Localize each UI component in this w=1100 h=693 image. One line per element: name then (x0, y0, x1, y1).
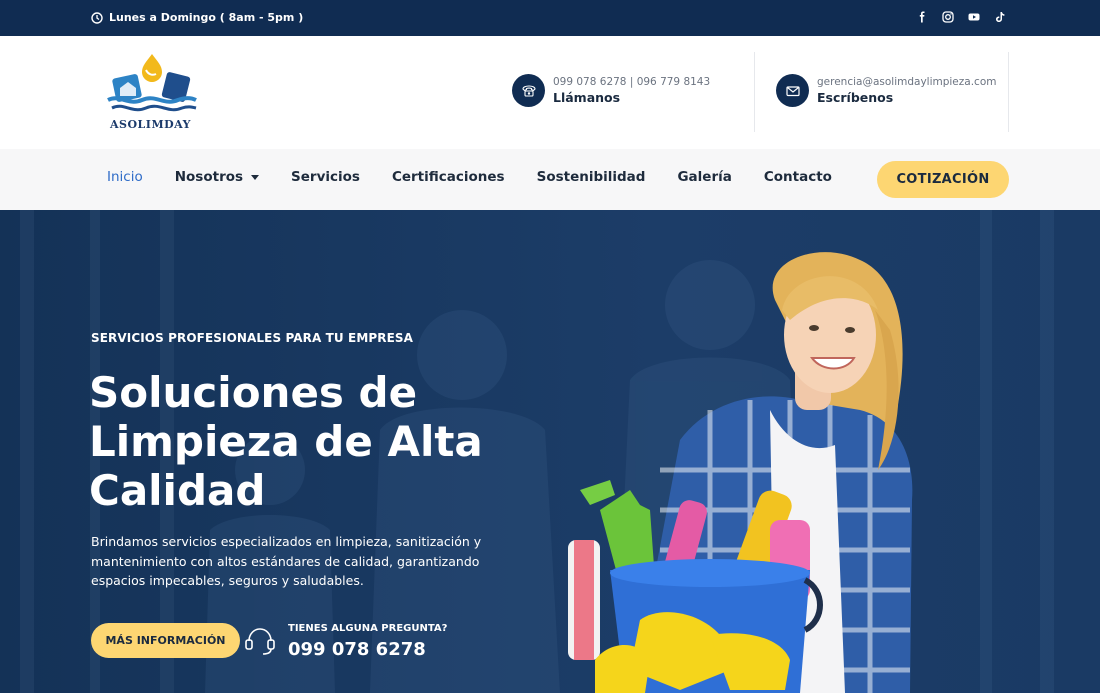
email-address: gerencia@asolimdaylimpieza.com (817, 76, 997, 88)
hero-kicker: SERVICIOS PROFESIONALES PARA TU EMPRESA (91, 331, 414, 345)
phone-label: Llámanos (553, 90, 621, 105)
youtube-icon[interactable] (968, 11, 980, 23)
nav-item-label: Nosotros (174, 169, 244, 185)
nav-item-label: Inicio (107, 169, 143, 185)
cleaning-woman-image (568, 252, 913, 693)
nav-item-galeria[interactable]: Galería (677, 169, 731, 185)
nav-item-inicio[interactable]: Inicio (107, 169, 143, 185)
main-nav: Inicio Nosotros Servicios Certificacione… (0, 149, 1100, 210)
nav-item-servicios[interactable]: Servicios (291, 169, 360, 185)
email-label: Escríbenos (817, 90, 894, 105)
nav-item-certificaciones[interactable]: Certificaciones (392, 169, 505, 185)
headset-icon (245, 628, 275, 655)
site-header: ASOLIMDAY 099 078 6278 | 096 779 8143 Ll… (0, 36, 1100, 149)
header-divider (754, 52, 755, 132)
nav-item-label: Certificaciones (391, 169, 505, 185)
header-divider (1008, 52, 1009, 132)
logo-text: ASOLIMDAY (110, 118, 191, 131)
nav-item-label: Galería (677, 169, 732, 185)
question-phone[interactable]: 099 078 6278 (288, 639, 426, 660)
instagram-icon[interactable] (942, 11, 954, 23)
cotizacion-button[interactable]: COTIZACIÓN (877, 161, 1009, 198)
facebook-icon[interactable] (916, 11, 928, 23)
hero-title: Soluciones de Limpieza de Alta Calidad (89, 368, 483, 515)
mas-informacion-button[interactable]: MÁS INFORMACIÓN (91, 623, 240, 658)
nav-menu: Inicio Nosotros Servicios Certificacione… (107, 169, 864, 185)
business-hours: Lunes a Domingo ( 8am - 5pm ) (91, 11, 303, 24)
nav-item-nosotros[interactable]: Nosotros (174, 169, 260, 185)
caret-down-icon (251, 174, 260, 180)
hero-section: SERVICIOS PROFESIONALES PARA TU EMPRESA … (0, 210, 1100, 693)
envelope-icon (776, 74, 809, 107)
site-logo[interactable]: ASOLIMDAY (106, 52, 198, 134)
phone-numbers: 099 078 6278 | 096 779 8143 (553, 76, 711, 88)
contact-phone[interactable]: 099 078 6278 | 096 779 8143 Llámanos (512, 74, 710, 107)
nav-item-label: Servicios (291, 169, 360, 185)
hero-description: Brindamos servicios especializados en li… (91, 534, 482, 588)
tiktok-icon[interactable] (994, 11, 1006, 23)
nav-item-label: Contacto (763, 169, 832, 185)
nav-item-contacto[interactable]: Contacto (764, 169, 832, 185)
nav-item-label: Sostenibilidad (536, 169, 646, 185)
question-label: TIENES ALGUNA PREGUNTA? (288, 623, 448, 634)
nav-item-sostenibilidad[interactable]: Sostenibilidad (537, 169, 646, 185)
social-links (916, 11, 1006, 23)
top-bar: Lunes a Domingo ( 8am - 5pm ) (0, 0, 1100, 36)
logo-graphic (107, 54, 197, 112)
business-hours-text: Lunes a Domingo ( 8am - 5pm ) (109, 11, 304, 24)
phone-icon (512, 74, 545, 107)
contact-email[interactable]: gerencia@asolimdaylimpieza.com Escríbeno… (776, 74, 996, 107)
clock-icon (91, 11, 103, 24)
